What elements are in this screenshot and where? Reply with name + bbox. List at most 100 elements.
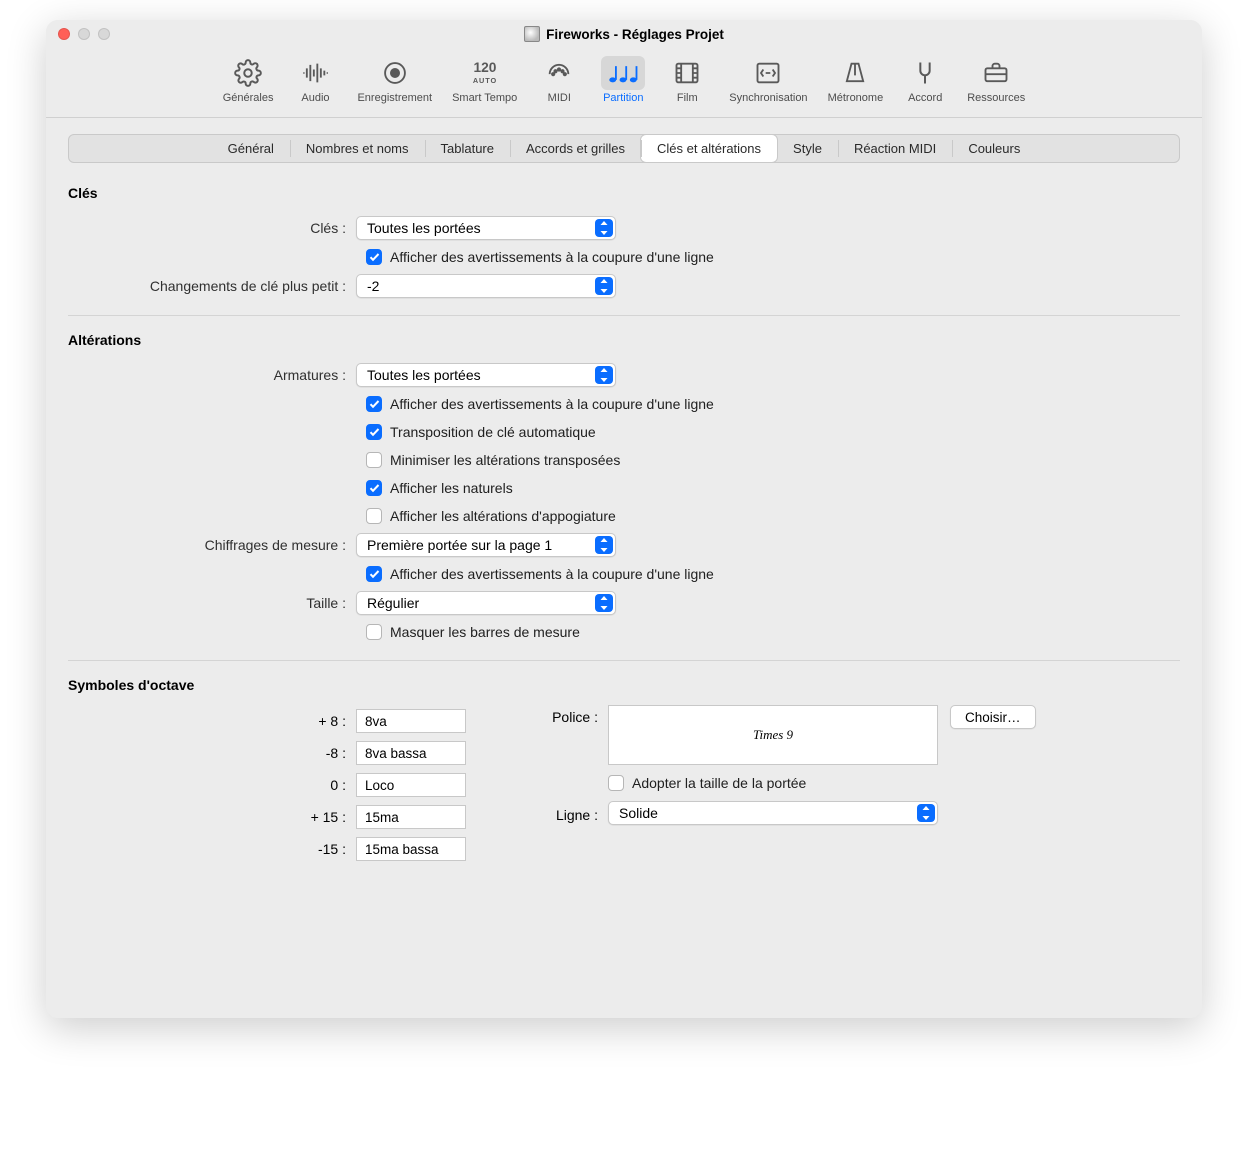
subtab-clefs[interactable]: Clés et altérations bbox=[640, 134, 778, 163]
font-preview: Times 9 bbox=[608, 705, 938, 765]
toolbar-item-resources[interactable]: Ressources bbox=[959, 54, 1033, 106]
toolbar-label: Enregistrement bbox=[357, 92, 432, 104]
toolbar-item-sync[interactable]: Synchronisation bbox=[721, 54, 815, 106]
subtab-colors[interactable]: Couleurs bbox=[952, 135, 1036, 162]
select-smaller-clef[interactable]: -2 bbox=[356, 274, 616, 298]
label-timesig: Chiffrages de mesure : bbox=[68, 537, 356, 553]
input-plus8[interactable] bbox=[356, 709, 466, 733]
checkbox-label: Afficher des avertissements à la coupure… bbox=[390, 249, 714, 265]
checkbox-label: Adopter la taille de la portée bbox=[632, 775, 806, 791]
toolbar-item-general[interactable]: Générales bbox=[215, 54, 282, 106]
label-plus15: + 15 : bbox=[68, 809, 356, 825]
toolbar-item-partition[interactable]: Partition bbox=[593, 54, 653, 106]
svg-text:AUTO: AUTO bbox=[473, 76, 497, 85]
choose-font-button[interactable]: Choisir… bbox=[950, 705, 1036, 729]
toolbar-label: Ressources bbox=[967, 92, 1025, 104]
tuning-fork-icon bbox=[903, 56, 947, 90]
subtab-numbers[interactable]: Nombres et noms bbox=[290, 135, 425, 162]
checkbox-hide-barlines[interactable]: Masquer les barres de mesure bbox=[366, 624, 580, 640]
checkbox-minimize-alt[interactable]: Minimiser les altérations transposées bbox=[366, 452, 620, 468]
smart-tempo-icon: 120AUTO bbox=[463, 56, 507, 90]
svg-text:120: 120 bbox=[473, 60, 496, 75]
checkbox-box bbox=[366, 424, 382, 440]
toolbar-item-film[interactable]: Film bbox=[657, 54, 717, 106]
subtab-midi-reaction[interactable]: Réaction MIDI bbox=[838, 135, 952, 162]
chevron-updown-icon bbox=[595, 594, 613, 612]
checkbox-box bbox=[366, 452, 382, 468]
label-line: Ligne : bbox=[528, 803, 608, 823]
record-icon bbox=[373, 56, 417, 90]
label-minus8: -8 : bbox=[68, 745, 356, 761]
checkbox-box bbox=[366, 480, 382, 496]
toolbar-label: Film bbox=[677, 92, 698, 104]
toolbar-label: Smart Tempo bbox=[452, 92, 517, 104]
checkbox-auto-transpose[interactable]: Transposition de clé automatique bbox=[366, 424, 596, 440]
checkbox-alt-warnings2[interactable]: Afficher des avertissements à la coupure… bbox=[366, 566, 714, 582]
select-clefs[interactable]: Toutes les portées bbox=[356, 216, 616, 240]
select-line[interactable]: Solide bbox=[608, 801, 938, 825]
zoom-window-button[interactable] bbox=[98, 28, 110, 40]
subtab-chords[interactable]: Accords et grilles bbox=[510, 135, 641, 162]
section-clefs: Clés Clés : Toutes les portées bbox=[68, 185, 1180, 301]
section-heading-octave: Symboles d'octave bbox=[68, 677, 1180, 693]
select-timesig[interactable]: Première portée sur la page 1 bbox=[356, 533, 616, 557]
toolbar-item-recording[interactable]: Enregistrement bbox=[349, 54, 440, 106]
subtab-tablature[interactable]: Tablature bbox=[425, 135, 510, 162]
checkbox-box bbox=[366, 396, 382, 412]
toolbar-item-chord[interactable]: Accord bbox=[895, 54, 955, 106]
select-value: Toutes les portées bbox=[367, 367, 481, 383]
midi-icon bbox=[537, 56, 581, 90]
checkbox-label: Minimiser les altérations transposées bbox=[390, 452, 620, 468]
chevron-updown-icon bbox=[595, 219, 613, 237]
subtab-style[interactable]: Style bbox=[777, 135, 838, 162]
section-heading-clefs: Clés bbox=[68, 185, 1180, 201]
checkbox-label: Afficher les altérations d'appogiature bbox=[390, 508, 616, 524]
label-smaller-clef: Changements de clé plus petit : bbox=[68, 278, 356, 294]
close-window-button[interactable] bbox=[58, 28, 70, 40]
input-minus15[interactable] bbox=[356, 837, 466, 861]
select-armatures[interactable]: Toutes les portées bbox=[356, 363, 616, 387]
toolbar-label: Partition bbox=[603, 92, 643, 104]
titlebar: Fireworks - Réglages Projet bbox=[46, 20, 1202, 48]
toolbar-item-audio[interactable]: Audio bbox=[285, 54, 345, 106]
checkbox-box bbox=[366, 249, 382, 265]
checkbox-adopt-staff-size[interactable]: Adopter la taille de la portée bbox=[608, 775, 806, 791]
input-zero[interactable] bbox=[356, 773, 466, 797]
briefcase-icon bbox=[974, 56, 1018, 90]
settings-window: Fireworks - Réglages Projet Générales Au… bbox=[46, 20, 1202, 1018]
font-preview-text: Times 9 bbox=[753, 727, 793, 743]
checkbox-label: Afficher les naturels bbox=[390, 480, 513, 496]
checkbox-clefs-warnings[interactable]: Afficher des avertissements à la coupure… bbox=[366, 249, 714, 265]
checkbox-box bbox=[608, 775, 624, 791]
checkbox-label: Transposition de clé automatique bbox=[390, 424, 596, 440]
input-minus8[interactable] bbox=[356, 741, 466, 765]
input-plus15[interactable] bbox=[356, 805, 466, 829]
octave-right-column: Police : Times 9 Choisir… bbox=[528, 705, 1180, 835]
select-value: Première portée sur la page 1 bbox=[367, 537, 552, 553]
label-armatures: Armatures : bbox=[68, 367, 356, 383]
sync-icon bbox=[746, 56, 790, 90]
checkbox-label: Afficher des avertissements à la coupure… bbox=[390, 396, 714, 412]
select-value: Solide bbox=[619, 805, 658, 821]
window-title: Fireworks - Réglages Projet bbox=[46, 26, 1202, 42]
label-zero: 0 : bbox=[68, 777, 356, 793]
toolbar-item-smart-tempo[interactable]: 120AUTO Smart Tempo bbox=[444, 54, 525, 106]
checkbox-box bbox=[366, 566, 382, 582]
checkbox-show-naturals[interactable]: Afficher les naturels bbox=[366, 480, 513, 496]
waveform-icon bbox=[293, 56, 337, 90]
metronome-icon bbox=[833, 56, 877, 90]
spacer bbox=[528, 781, 608, 785]
window-title-text: Fireworks - Réglages Projet bbox=[546, 27, 724, 42]
checkbox-label: Afficher des avertissements à la coupure… bbox=[390, 566, 714, 582]
traffic-lights bbox=[58, 28, 110, 40]
select-size[interactable]: Régulier bbox=[356, 591, 616, 615]
toolbar-label: Métronome bbox=[828, 92, 884, 104]
checkbox-alt-warnings1[interactable]: Afficher des avertissements à la coupure… bbox=[366, 396, 714, 412]
subtabs: Général Nombres et noms Tablature Accord… bbox=[68, 134, 1180, 163]
checkbox-box bbox=[366, 508, 382, 524]
minimize-window-button[interactable] bbox=[78, 28, 90, 40]
toolbar-item-midi[interactable]: MIDI bbox=[529, 54, 589, 106]
checkbox-show-appog[interactable]: Afficher les altérations d'appogiature bbox=[366, 508, 616, 524]
subtab-general[interactable]: Général bbox=[212, 135, 290, 162]
toolbar-item-metronome[interactable]: Métronome bbox=[820, 54, 892, 106]
